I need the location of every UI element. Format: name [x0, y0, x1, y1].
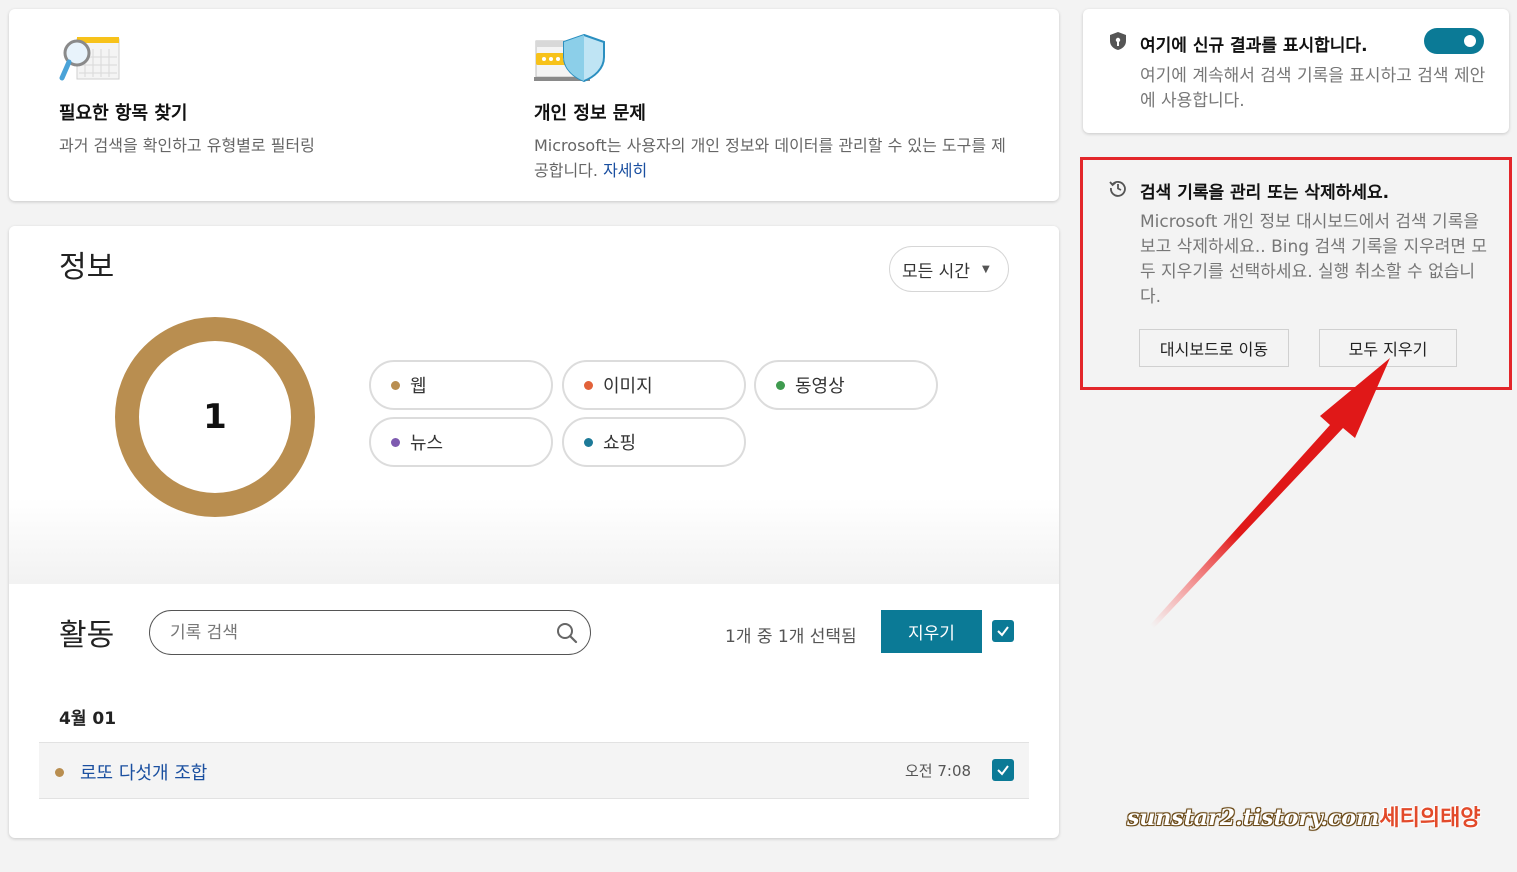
info-title: 정보	[59, 250, 115, 285]
find-feature: 필요한 항목 찾기 과거 검색을 확인하고 유형별로 필터링	[59, 33, 479, 158]
checkmark-icon	[997, 626, 1009, 637]
info-activity-card: 정보 모든 시간 ▼ 1 웹 이미지 동영상 뉴스 쇼핑 활동 1개 중 1개 …	[9, 226, 1059, 838]
date-group-label: 4월 01	[59, 709, 117, 729]
manage-history-title: 검색 기록을 관리 또는 삭제하세요.	[1140, 183, 1390, 203]
find-title: 필요한 항목 찾기	[59, 103, 188, 124]
toggle-knob	[1464, 35, 1476, 47]
filter-pill-images[interactable]: 이미지	[562, 360, 746, 410]
find-desc: 과거 검색을 확인하고 유형별로 필터링	[59, 136, 315, 155]
selection-count: 1개 중 1개 선택됨	[725, 627, 857, 647]
filter-pill-news[interactable]: 뉴스	[369, 417, 553, 467]
filter-pill-web[interactable]: 웹	[369, 360, 553, 410]
top-info-card: 필요한 항목 찾기 과거 검색을 확인하고 유형별로 필터링 개인 정보 문제 …	[9, 9, 1059, 201]
news-dot-icon	[391, 437, 400, 447]
watermark-url: sunstar2.tistory.com	[1127, 805, 1380, 831]
show-new-results-card: 여기에 신규 결과를 표시합니다. 여기에 계속해서 검색 기록을 표시하고 검…	[1083, 9, 1509, 133]
learn-more-link[interactable]: 자세히	[603, 161, 647, 180]
manage-history-desc: Microsoft 개인 정보 대시보드에서 검색 기록을 보고 삭제하세요..…	[1140, 212, 1488, 307]
watermark-name: 세티의태양	[1379, 805, 1481, 831]
activity-title: 활동	[59, 618, 115, 653]
manage-history-section: 검색 기록을 관리 또는 삭제하세요. Microsoft 개인 정보 대시보드…	[1083, 160, 1509, 390]
images-dot-icon	[584, 380, 593, 390]
filter-pill-label: 이미지	[603, 376, 653, 397]
filter-pill-videos[interactable]: 동영상	[754, 360, 938, 410]
shield-icon	[1110, 32, 1126, 50]
web-dot-icon	[391, 380, 400, 390]
show-results-desc: 여기에 계속해서 검색 기록을 표시하고 검색 제안에 사용합니다.	[1140, 66, 1486, 111]
checkmark-icon	[997, 765, 1009, 776]
clear-all-button[interactable]: 모두 지우기	[1319, 329, 1457, 367]
web-dot-icon	[55, 768, 64, 777]
history-donut-chart: 1	[115, 317, 315, 517]
filter-pill-label: 뉴스	[410, 433, 444, 454]
go-to-dashboard-button[interactable]: 대시보드로 이동	[1139, 329, 1289, 367]
history-item-checkbox[interactable]	[992, 759, 1014, 781]
history-clock-icon	[1109, 181, 1126, 197]
privacy-title: 개인 정보 문제	[534, 103, 646, 124]
filter-pill-shopping[interactable]: 쇼핑	[562, 417, 746, 467]
videos-dot-icon	[776, 380, 785, 390]
filter-pill-label: 쇼핑	[603, 433, 637, 454]
show-results-toggle[interactable]	[1424, 28, 1484, 54]
privacy-feature: 개인 정보 문제 Microsoft는 사용자의 개인 정보와 데이터를 관리할…	[534, 33, 1014, 183]
watermark: sunstar2.tistory.com세티의태양	[1127, 800, 1481, 832]
history-item-time: 오전 7:08	[905, 762, 972, 780]
history-search-input[interactable]	[170, 622, 556, 643]
history-item-row[interactable]: 로또 다섯개 조합 오전 7:08	[39, 742, 1029, 799]
history-search-box[interactable]	[149, 610, 591, 655]
magnifier-calendar-icon	[59, 37, 120, 81]
filter-pill-label: 동영상	[795, 376, 845, 397]
privacy-desc: Microsoft는 사용자의 개인 정보와 데이터를 관리할 수 있는 도구를…	[534, 133, 1014, 183]
clear-selected-button[interactable]: 지우기	[881, 610, 982, 653]
privacy-shield-icon	[534, 33, 605, 83]
caret-down-icon: ▼	[981, 263, 990, 275]
time-filter-value: 모든 시간	[902, 261, 970, 282]
shopping-dot-icon	[584, 437, 593, 447]
search-icon[interactable]	[556, 622, 578, 644]
select-all-checkbox[interactable]	[992, 620, 1014, 642]
history-item-link[interactable]: 로또 다섯개 조합	[80, 759, 207, 785]
time-filter-dropdown[interactable]: 모든 시간 ▼	[889, 246, 1009, 292]
donut-count: 1	[203, 397, 227, 437]
filter-pill-label: 웹	[410, 376, 427, 397]
show-results-title: 여기에 신규 결과를 표시합니다.	[1140, 36, 1368, 56]
